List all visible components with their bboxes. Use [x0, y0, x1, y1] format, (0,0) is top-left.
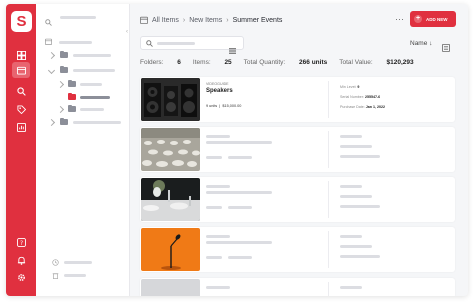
search-icon[interactable] [14, 84, 28, 98]
folder-icon [60, 66, 68, 73]
calendar-icon [45, 38, 52, 45]
calendar-icon [140, 16, 148, 24]
items-icon[interactable] [12, 62, 30, 78]
folder-icon [60, 118, 68, 125]
add-new-button[interactable]: + ADD NEW [410, 11, 456, 27]
item-photo-speakers [141, 78, 200, 121]
folder-icon [68, 93, 76, 100]
tree-item-folder-6[interactable] [47, 118, 129, 128]
reports-icon[interactable] [14, 120, 28, 134]
search-placeholder [157, 42, 195, 45]
stat-folders: Folders: 6 [140, 59, 181, 66]
folder-tree-panel: ‹ [36, 4, 130, 296]
tree-item-folder-selected[interactable] [58, 93, 128, 103]
folder-icon [68, 80, 76, 87]
search-icon [146, 40, 153, 47]
item-field-purchase-date: Purchase Date: Jan 1, 2022 [340, 105, 385, 109]
item-field-min-level: Min Level: 9 [340, 85, 360, 89]
summary-stats: Folders: 6 Items: 25 Total Quantity: 266… [140, 59, 426, 66]
item-card[interactable] [140, 227, 455, 272]
tree-search-placeholder [60, 16, 96, 19]
item-category: VIDEOGUIDE [206, 82, 229, 86]
item-name: Speakers [206, 88, 233, 94]
item-field-serial: Serial Number: 255547-6 [340, 95, 381, 99]
filter-icon[interactable] [442, 39, 450, 57]
folder-icon [68, 105, 76, 112]
app-logo[interactable]: S [11, 11, 32, 32]
settings-icon[interactable] [14, 270, 28, 284]
app-window: S ? ‹ All Items › New Items › Summer Eve… [6, 4, 468, 296]
add-new-label: ADD NEW [426, 16, 448, 22]
history-link[interactable] [52, 259, 122, 269]
breadcrumb-item-all-items[interactable]: All Items [152, 17, 179, 24]
main-nav-rail: S ? [6, 4, 36, 296]
item-photo-microphone [141, 228, 200, 271]
item-card[interactable] [140, 127, 455, 172]
tree-search[interactable] [45, 13, 52, 31]
dashboard-icon[interactable] [14, 48, 28, 62]
help-icon[interactable]: ? [14, 235, 28, 249]
tree-item-root[interactable] [45, 38, 125, 48]
chevron-right-icon: › [182, 16, 186, 24]
item-card[interactable]: VIDEOGUIDE Speakers 9 units | $15,000.00… [140, 77, 455, 122]
tag-icon[interactable] [14, 102, 28, 116]
breadcrumb-item-current: Summer Events [232, 16, 283, 24]
item-card[interactable] [140, 278, 455, 296]
more-options-icon[interactable]: ··· [395, 14, 404, 24]
bell-icon[interactable] [14, 253, 28, 267]
tree-item-folder-2[interactable] [47, 66, 129, 76]
item-quantity-price: 9 units | $15,000.00 [206, 104, 242, 108]
chevron-right-icon: › [226, 16, 229, 24]
history-icon [52, 259, 59, 266]
item-card[interactable] [140, 177, 455, 222]
tree-item-folder-3[interactable] [56, 80, 128, 90]
tree-item-folder-1[interactable] [47, 51, 129, 61]
item-photo-banquet [141, 128, 200, 171]
search-icon [45, 19, 52, 26]
breadcrumb: All Items › New Items › Summer Events [140, 14, 282, 26]
svg-text:?: ? [19, 240, 22, 246]
tree-item-folder-5[interactable] [56, 105, 128, 115]
stat-value: Total Value: $120,293 [339, 59, 414, 66]
item-photo-placeholder [141, 279, 200, 296]
plus-icon: + [414, 15, 422, 23]
trash-icon [52, 273, 59, 279]
stat-quantity: Total Quantity: 266 units [243, 59, 328, 66]
item-photo-table-setting [141, 178, 200, 221]
collapse-arrow-icon[interactable]: ‹ [126, 29, 128, 35]
stat-items: Items: 25 [192, 59, 232, 66]
folder-icon [60, 51, 68, 58]
breadcrumb-item-new-items[interactable]: New Items [189, 17, 222, 24]
trash-link[interactable] [52, 272, 122, 282]
sort-dropdown[interactable]: Name ↓ [410, 40, 432, 47]
list-view-icon[interactable] [229, 41, 236, 59]
